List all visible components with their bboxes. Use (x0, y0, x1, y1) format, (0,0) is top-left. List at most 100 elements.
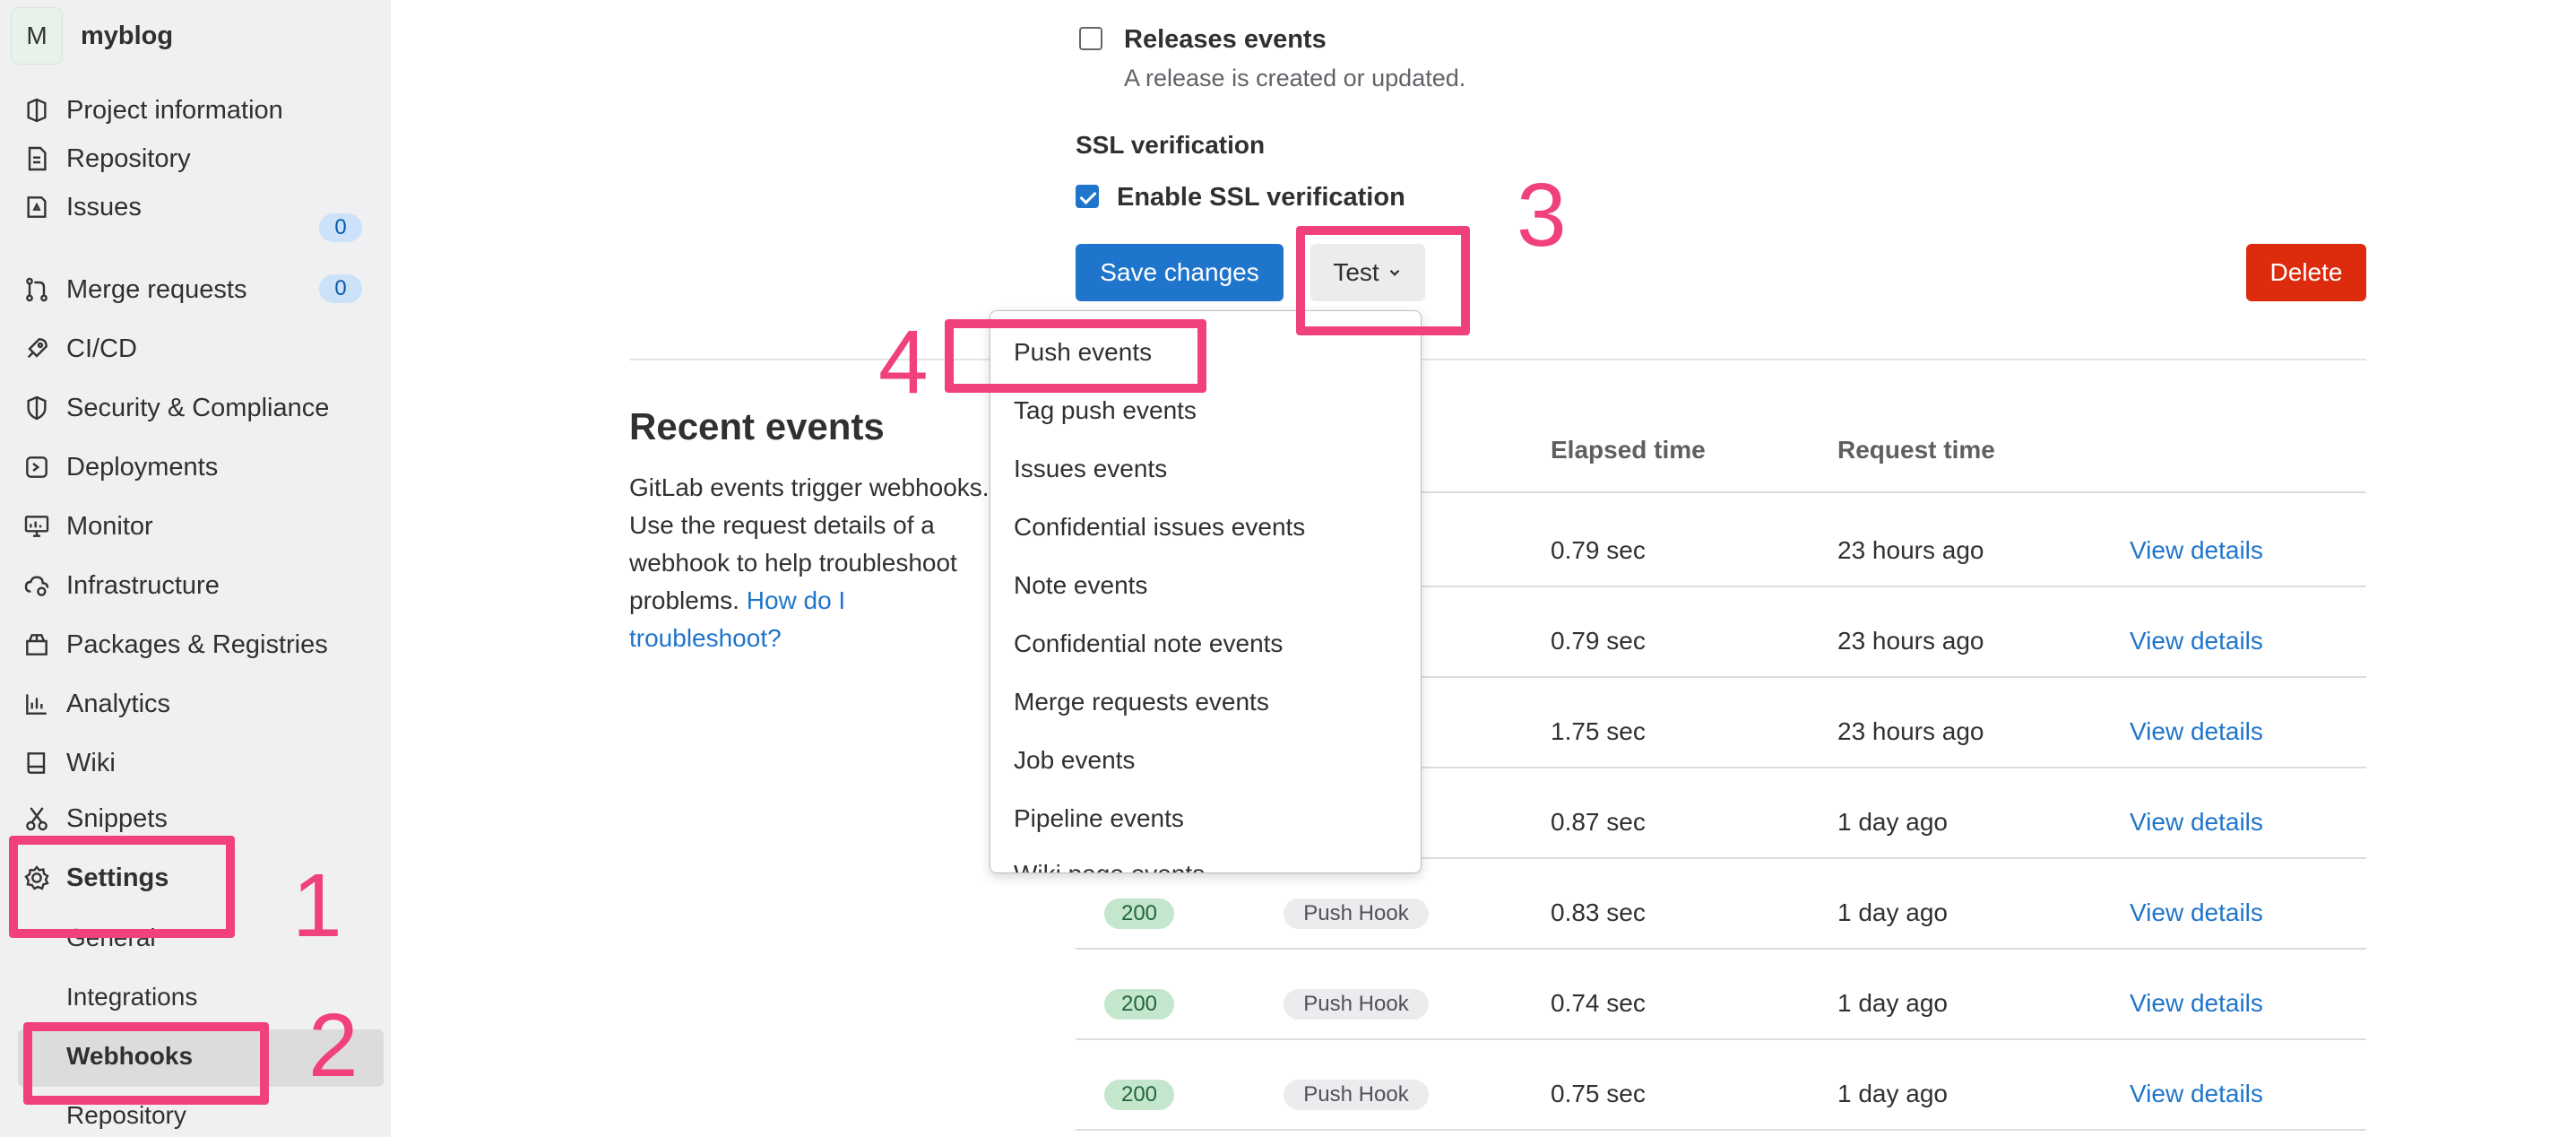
sidebar-item-label: Analytics (66, 689, 171, 718)
sidebar-item-infrastructure[interactable]: Infrastructure (22, 563, 220, 608)
sidebar-item-packages-registries[interactable]: Packages & Registries (22, 622, 328, 667)
status-badge: 200 (1104, 898, 1174, 929)
shield-icon (22, 393, 52, 423)
annotation-number-2: 2 (308, 995, 359, 1096)
menu-item-job-events[interactable]: Job events (1014, 746, 1135, 775)
releases-events-label: Releases events (1124, 25, 1327, 54)
sidebar-item-merge-requests[interactable]: Merge requests (22, 267, 247, 312)
trigger-badge: Push Hook (1284, 898, 1429, 929)
status-badge: 200 (1104, 989, 1174, 1020)
elapsed-time-cell: 0.87 sec (1551, 808, 1646, 836)
menu-item-pipeline-events[interactable]: Pipeline events (1014, 804, 1184, 833)
sidebar-item-analytics[interactable]: Analytics (22, 681, 170, 726)
menu-item-note-events[interactable]: Note events (1014, 571, 1147, 600)
elapsed-time-cell: 0.75 sec (1551, 1080, 1646, 1107)
elapsed-time-cell: 1.75 sec (1551, 717, 1646, 745)
view-details-link[interactable]: View details (2130, 627, 2263, 655)
trigger-badge: Push Hook (1284, 1080, 1429, 1110)
annotation-box-webhooks (23, 1022, 269, 1105)
sidebar-item-project-information[interactable]: Project information (22, 88, 283, 133)
sidebar-item-label: Deployments (66, 452, 219, 482)
deployments-icon (22, 452, 52, 482)
releases-events-description: A release is created or updated. (1124, 65, 1466, 91)
recent-events-desc-line-4: problems. How do I (629, 586, 845, 615)
annotation-number-4: 4 (878, 312, 929, 412)
menu-item-merge-requests-events[interactable]: Merge requests events (1014, 688, 1269, 716)
issues-count-badge: 0 (319, 213, 362, 242)
annotation-box-settings (9, 836, 235, 938)
menu-item-tag-push-events[interactable]: Tag push events (1014, 396, 1197, 425)
sidebar-item-label: Merge requests (66, 274, 247, 304)
issues-icon (22, 192, 52, 222)
annotation-number-1: 1 (292, 855, 342, 956)
troubleshoot-link[interactable]: How do I (747, 586, 846, 614)
sidebar-item-security-compliance[interactable]: Security & Compliance (22, 386, 329, 430)
sidebar-item-label: Infrastructure (66, 570, 220, 600)
menu-item-confidential-issues-events[interactable]: Confidential issues events (1014, 513, 1305, 542)
table-row-divider (1076, 1129, 2366, 1131)
column-header-request: Request time (1837, 436, 1995, 464)
rocket-icon (22, 334, 52, 364)
sidebar-item-monitor[interactable]: Monitor (22, 504, 153, 549)
package-icon (22, 629, 52, 660)
status-badge: 200 (1104, 1080, 1174, 1110)
view-details-link[interactable]: View details (2130, 1080, 2263, 1108)
menu-item-issues-events[interactable]: Issues events (1014, 455, 1167, 483)
request-time-cell: 1 day ago (1837, 989, 1948, 1017)
enable-ssl-checkbox[interactable] (1076, 185, 1099, 208)
elapsed-time-cell: 0.83 sec (1551, 898, 1646, 926)
recent-events-desc-text: problems. (629, 586, 739, 614)
project-name[interactable]: myblog (81, 22, 173, 51)
view-details-link[interactable]: View details (2130, 808, 2263, 837)
sidebar-item-cicd[interactable]: CI/CD (22, 326, 137, 371)
annotation-box-test (1296, 226, 1470, 335)
menu-item-confidential-note-events[interactable]: Confidential note events (1014, 629, 1283, 658)
elapsed-time-cell: 0.79 sec (1551, 536, 1646, 564)
request-time-cell: 1 day ago (1837, 808, 1948, 836)
sidebar-item-label: Repository (66, 143, 191, 173)
view-details-link[interactable]: View details (2130, 898, 2263, 927)
sidebar-item-repository[interactable]: Repository (22, 136, 191, 181)
recent-events-title: Recent events (629, 405, 885, 447)
sidebar-subitem-repository[interactable]: Repository (66, 1101, 186, 1130)
sidebar-subitem-integrations[interactable]: Integrations (66, 983, 197, 1011)
sidebar-item-label: Project information (66, 95, 283, 125)
save-changes-button[interactable]: Save changes (1076, 244, 1284, 301)
sidebar-item-label: Monitor (66, 511, 153, 541)
sidebar-item-wiki[interactable]: Wiki (22, 741, 116, 785)
sidebar-item-snippets[interactable]: Snippets (22, 796, 168, 841)
snippet-icon (22, 803, 52, 834)
sidebar-item-deployments[interactable]: Deployments (22, 445, 218, 490)
delete-button[interactable]: Delete (2246, 244, 2366, 301)
view-details-link[interactable]: View details (2130, 717, 2263, 746)
sidebar-item-label: Snippets (66, 803, 168, 833)
project-header[interactable]: M myblog (11, 7, 173, 65)
sidebar-item-label: Wiki (66, 748, 116, 777)
request-time-cell: 23 hours ago (1837, 627, 1984, 655)
column-header-elapsed: Elapsed time (1551, 436, 1706, 464)
annotation-box-push-events (945, 319, 1206, 393)
table-row-divider (1076, 948, 2366, 950)
cloud-gear-icon (22, 570, 52, 601)
ssl-verification-heading: SSL verification (1076, 131, 1266, 159)
view-details-link[interactable]: View details (2130, 989, 2263, 1018)
troubleshoot-link-line-2[interactable]: troubleshoot? (629, 624, 782, 653)
sidebar-item-label: Packages & Registries (66, 629, 328, 659)
sidebar-item-issues[interactable]: Issues (22, 185, 142, 230)
sidebar-item-label: CI/CD (66, 334, 137, 363)
elapsed-time-cell: 0.74 sec (1551, 989, 1646, 1017)
request-time-cell: 1 day ago (1837, 898, 1948, 926)
sidebar: M myblog Project information Repository … (0, 0, 391, 1137)
menu-item-wiki-page-events[interactable]: Wiki page events (1014, 860, 1205, 872)
repository-icon (22, 143, 52, 174)
monitor-icon (22, 511, 52, 542)
trigger-badge: Push Hook (1284, 989, 1429, 1020)
releases-events-checkbox[interactable] (1079, 27, 1102, 50)
request-time-cell: 23 hours ago (1837, 536, 1984, 564)
book-icon (22, 748, 52, 778)
recent-events-desc-line-2: Use the request details of a (629, 511, 935, 539)
project-information-icon (22, 95, 52, 126)
analytics-icon (22, 689, 52, 719)
view-details-link[interactable]: View details (2130, 536, 2263, 565)
test-dropdown-menu: Push events Tag push events Issues event… (990, 310, 1422, 873)
